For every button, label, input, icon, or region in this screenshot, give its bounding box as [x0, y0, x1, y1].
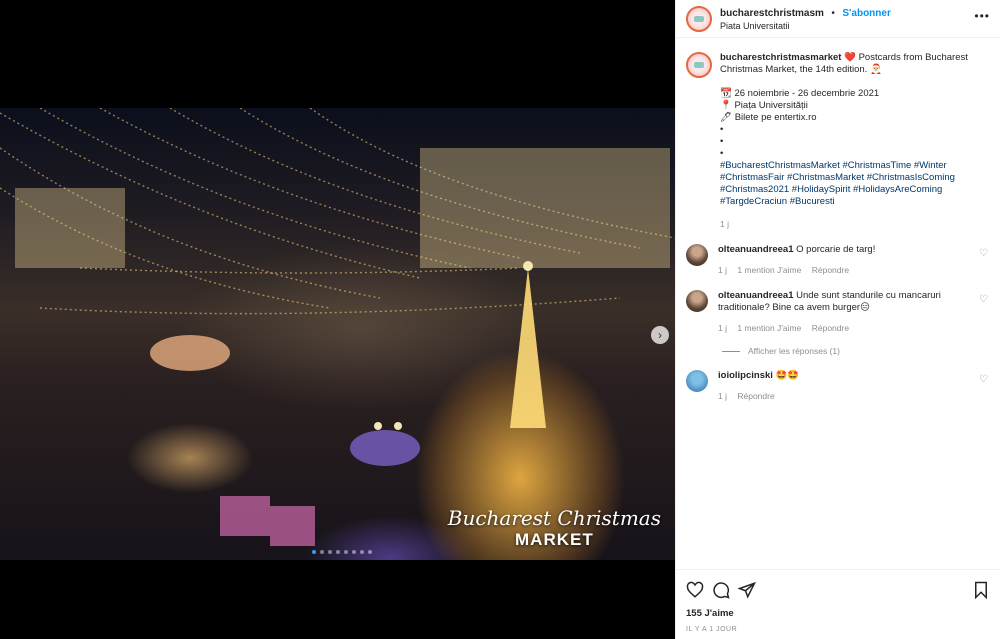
- caption-dates: 📆 26 noiembrie - 26 decembrie 2021: [720, 88, 880, 99]
- comment-username[interactable]: ioiolipcinski: [718, 370, 773, 381]
- caption: bucharestchristmasmarket ❤️ Postcards fr…: [686, 52, 990, 230]
- reply-button[interactable]: Répondre: [812, 323, 849, 333]
- view-replies-button[interactable]: Afficher les réponses (1): [722, 346, 990, 356]
- commenter-avatar[interactable]: [686, 290, 708, 312]
- likes-count[interactable]: 155 J'aime: [686, 608, 990, 619]
- replies-line: [722, 350, 740, 352]
- post-header: bucharestchristmasm • S'abonner Piata Un…: [676, 0, 1000, 38]
- watermark-line1: Bucharest Christmas: [447, 506, 661, 530]
- caption-username[interactable]: bucharestchristmasmarket: [720, 52, 841, 63]
- comment-username[interactable]: olteanuandreea1: [718, 290, 794, 301]
- next-arrow-icon[interactable]: ›: [651, 326, 669, 344]
- instagram-post: › Bucharest Christmas MARKET bucharestch…: [0, 0, 1000, 639]
- caption-bullet: •: [720, 124, 724, 135]
- carousel-dot: [368, 550, 372, 554]
- comment-time: 1 j: [718, 265, 727, 275]
- comment-time: 1 j: [718, 391, 727, 401]
- heart-emoji: ❤️: [844, 52, 856, 63]
- comment-username[interactable]: olteanuandreea1: [718, 244, 794, 255]
- caption-avatar[interactable]: [686, 52, 712, 78]
- string-lights: [0, 108, 675, 546]
- caption-tickets: 🖊 Bilete pe entertix.ro: [720, 112, 817, 123]
- comments-section[interactable]: bucharestchristmasmarket ❤️ Postcards fr…: [676, 38, 1000, 569]
- caption-bullet: •: [720, 148, 724, 159]
- comment-likes[interactable]: 1 mention J'aime: [737, 323, 801, 333]
- comment-text: 🤩🤩: [775, 370, 800, 381]
- comment-item: olteanuandreea1 Unde sunt standurile cu …: [686, 290, 990, 334]
- comment-icon[interactable]: [712, 581, 730, 599]
- caption-time: 1 j: [720, 219, 729, 229]
- post-actions: 155 J'aime IL Y A 1 JOUR: [676, 569, 1000, 639]
- carousel-dot: [336, 550, 340, 554]
- posted-ago[interactable]: IL Y A 1 JOUR: [686, 626, 990, 633]
- commenter-avatar[interactable]: [686, 244, 708, 266]
- author-avatar[interactable]: [686, 5, 712, 32]
- header-separator: •: [831, 7, 835, 19]
- comment-item: olteanuandreea1 O porcarie de targ! 1 j …: [686, 244, 990, 276]
- caption-place: 📍 Piața Universității: [720, 100, 808, 111]
- reply-button[interactable]: Répondre: [812, 265, 849, 275]
- commenter-avatar[interactable]: [686, 370, 708, 392]
- caption-bullet: •: [720, 136, 724, 147]
- header-info: bucharestchristmasm • S'abonner Piata Un…: [720, 6, 980, 32]
- carousel-dot: [352, 550, 356, 554]
- comment-item: ioiolipcinski 🤩🤩 1 j Répondre ♡: [686, 370, 990, 402]
- reply-button[interactable]: Répondre: [737, 391, 774, 401]
- carousel-dot: [320, 550, 324, 554]
- share-icon[interactable]: [738, 581, 756, 599]
- post-photo[interactable]: › Bucharest Christmas MARKET: [0, 108, 675, 560]
- post-sidebar: bucharestchristmasm • S'abonner Piata Un…: [675, 0, 1000, 639]
- watermark-line2: MARKET: [515, 530, 594, 549]
- carousel-dot: [312, 550, 316, 554]
- like-comment-icon[interactable]: ♡: [979, 294, 988, 305]
- like-comment-icon[interactable]: ♡: [979, 374, 988, 385]
- action-icons: [686, 578, 990, 602]
- carousel-dot: [328, 550, 332, 554]
- media-panel: › Bucharest Christmas MARKET: [0, 0, 675, 639]
- view-replies-label[interactable]: Afficher les réponses (1): [748, 346, 840, 356]
- more-options-icon[interactable]: •••: [974, 9, 990, 23]
- like-comment-icon[interactable]: ♡: [979, 248, 988, 259]
- watermark: Bucharest Christmas MARKET: [448, 506, 661, 550]
- comment-time: 1 j: [718, 323, 727, 333]
- caption-body: bucharestchristmasmarket ❤️ Postcards fr…: [720, 52, 990, 230]
- follow-button[interactable]: S'abonner: [842, 8, 891, 19]
- carousel-dot: [360, 550, 364, 554]
- like-icon[interactable]: [686, 581, 704, 599]
- author-username[interactable]: bucharestchristmasm: [720, 8, 824, 19]
- carousel-dot: [344, 550, 348, 554]
- comment-text: O porcarie de targ!: [796, 244, 876, 255]
- save-icon[interactable]: [972, 581, 990, 599]
- location-link[interactable]: Piata Universitatii: [720, 20, 980, 32]
- carousel-dots: [312, 550, 372, 554]
- caption-hashtags[interactable]: #BucharestChristmasMarket #ChristmasTime…: [720, 160, 990, 208]
- comment-likes[interactable]: 1 mention J'aime: [737, 265, 801, 275]
